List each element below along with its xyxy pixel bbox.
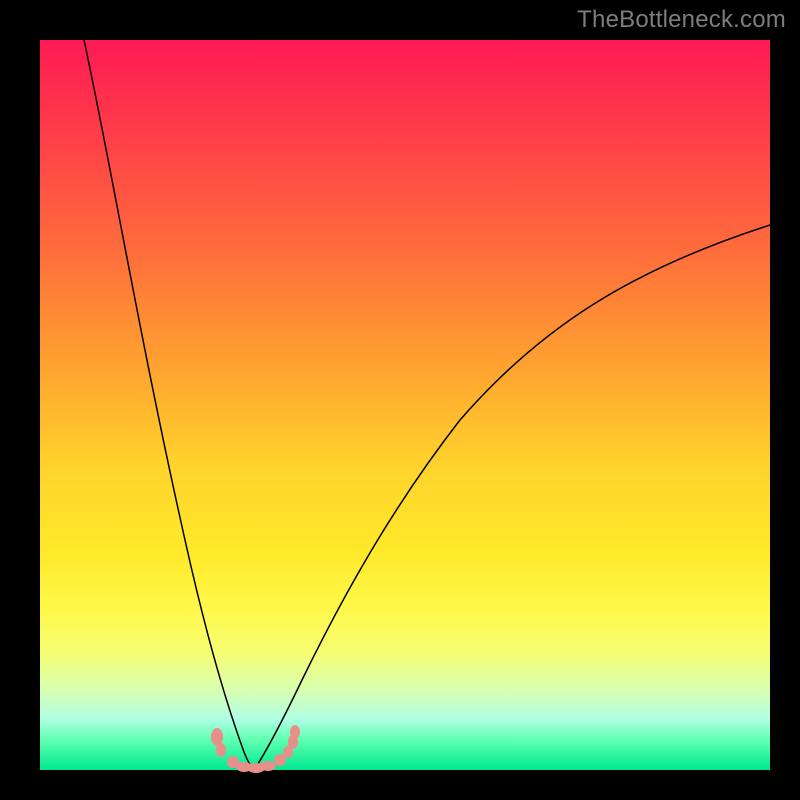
valley-marker: [216, 743, 226, 757]
valley-marker: [290, 725, 300, 739]
plot-area: [40, 40, 770, 770]
watermark-text: TheBottleneck.com: [577, 6, 786, 34]
valley-marker: [260, 761, 276, 771]
curve-layer: [40, 40, 770, 770]
chart-frame: TheBottleneck.com: [0, 0, 800, 800]
left-curve: [84, 40, 254, 770]
valley-marker-group: [211, 725, 300, 773]
right-curve: [254, 225, 770, 770]
